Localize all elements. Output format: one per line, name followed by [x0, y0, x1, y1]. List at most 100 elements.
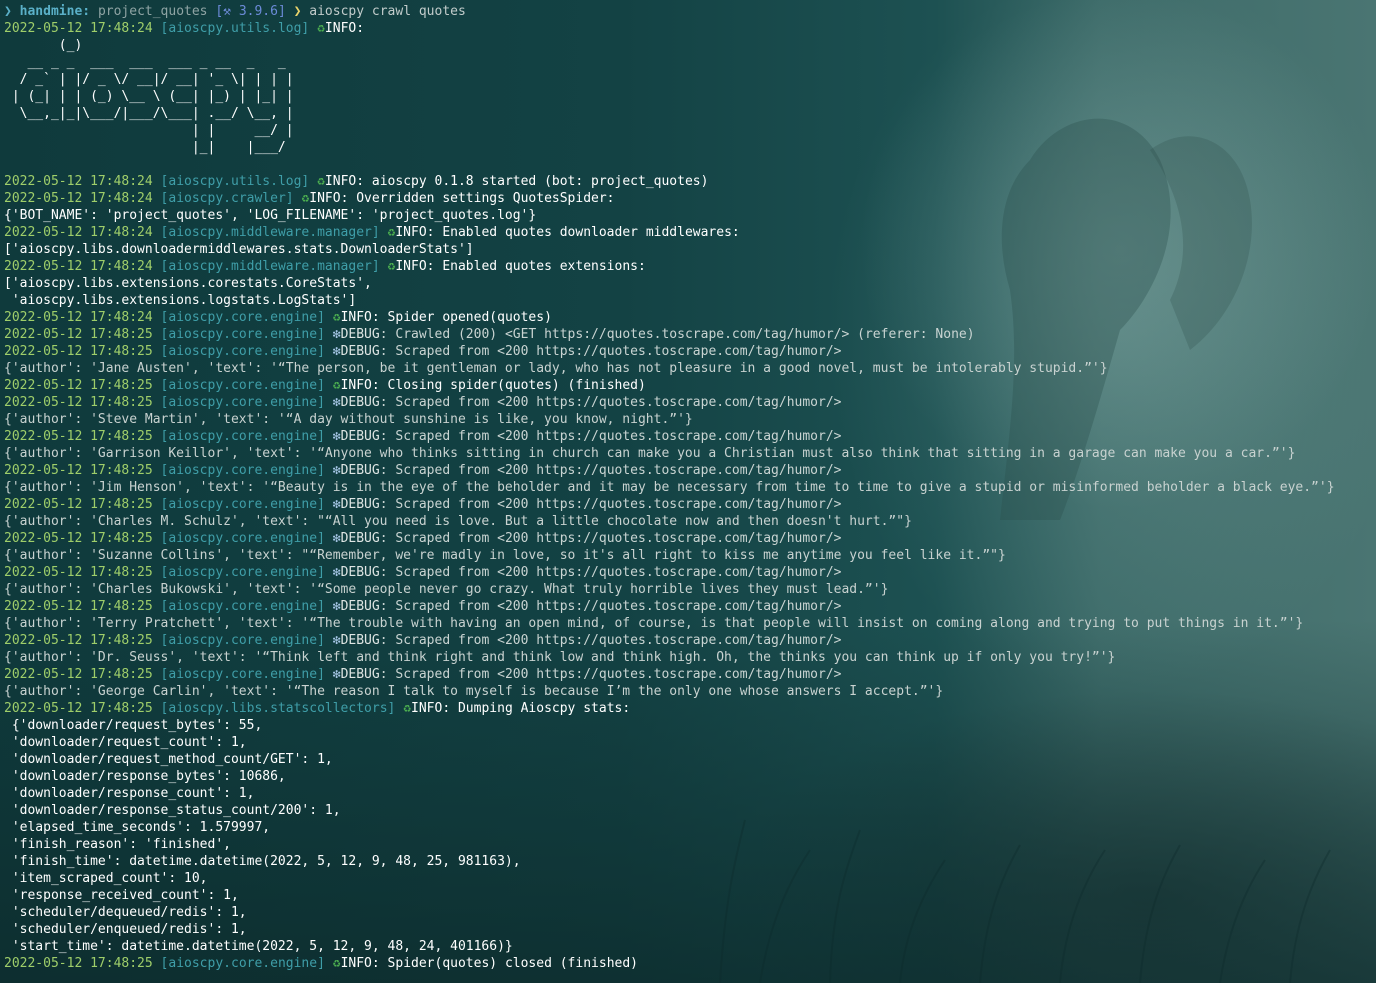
log-level: DEBUG: [340, 497, 380, 512]
log-entry: 2022-05-12 17:48:24 [aioscpy.core.engine…: [4, 309, 1374, 326]
gear-icon: ❇: [332, 327, 341, 342]
output-line: 'downloader/request_method_count/GET': 1…: [4, 752, 333, 767]
log-timestamp: 2022-05-12 17:48:25: [4, 565, 153, 580]
log-level: DEBUG: [340, 344, 380, 359]
log-entry: 2022-05-12 17:48:25 [aioscpy.core.engine…: [4, 598, 1374, 615]
log-module: [aioscpy.middleware.manager]: [160, 225, 380, 240]
scraped-item-line: {'author': 'Garrison Keillor', 'text': '…: [4, 446, 1296, 461]
log-module: [aioscpy.core.engine]: [160, 463, 325, 478]
prompt-line[interactable]: ❯ handmine: project_quotes [⚒ 3.9.6] ❯ a…: [4, 3, 1374, 20]
log-entry: 2022-05-12 17:48:25 [aioscpy.core.engine…: [4, 462, 1374, 479]
log-module: [aioscpy.core.engine]: [160, 565, 325, 580]
output-line: 'scheduler/dequeued/redis': 1,: [4, 905, 247, 920]
log-message: : aioscpy 0.1.8 started (bot: project_qu…: [356, 174, 709, 189]
log-entry: 2022-05-12 17:48:25 [aioscpy.libs.statsc…: [4, 700, 1374, 717]
terminal-prompt-icon: ❯: [4, 4, 12, 19]
gear-icon: ❇: [332, 633, 341, 648]
log-level: INFO: [340, 956, 372, 971]
terminal-output: ❯ handmine: project_quotes [⚒ 3.9.6] ❯ a…: [4, 3, 1374, 972]
ascii-banner-line: (_): [4, 38, 83, 53]
scraped-item-line: {'author': 'Jane Austen', 'text': '“The …: [4, 361, 1108, 376]
log-timestamp: 2022-05-12 17:48:25: [4, 497, 153, 512]
recycle-icon: ♻: [332, 956, 341, 971]
log-level: INFO: [395, 225, 427, 240]
ascii-banner-line: | | __/ |: [4, 123, 294, 138]
recycle-icon: ♻: [317, 174, 325, 189]
log-level: INFO:: [324, 21, 365, 36]
log-module: [aioscpy.core.engine]: [160, 599, 325, 614]
log-level: DEBUG: [340, 633, 380, 648]
log-timestamp: 2022-05-12 17:48:25: [4, 344, 153, 359]
log-timestamp: 2022-05-12 17:48:24: [4, 259, 153, 274]
log-message: : Spider(quotes) closed (finished): [371, 956, 638, 971]
log-entry: 2022-05-12 17:48:25 [aioscpy.core.engine…: [4, 955, 1374, 972]
log-module: [aioscpy.core.engine]: [160, 310, 325, 325]
output-line: 'scheduler/enqueued/redis': 1,: [4, 922, 247, 937]
recycle-icon: ♻: [332, 310, 341, 325]
prompt-directory: project_quotes: [97, 4, 208, 19]
output-line: 'downloader/response_count': 1,: [4, 786, 255, 801]
log-timestamp: 2022-05-12 17:48:25: [4, 463, 153, 478]
log-module: [aioscpy.core.engine]: [160, 327, 325, 342]
scraped-item-line: {'author': 'Steve Martin', 'text': '“A d…: [4, 412, 693, 427]
log-module: [aioscpy.core.engine]: [160, 429, 325, 444]
log-message: : Scraped from <200 https://quotes.toscr…: [379, 497, 842, 512]
log-level: DEBUG: [340, 531, 380, 546]
log-entry: 2022-05-12 17:48:25 [aioscpy.core.engine…: [4, 496, 1374, 513]
log-entry: 2022-05-12 17:48:24 [aioscpy.utils.log] …: [4, 173, 1374, 190]
ascii-banner-line: |_| |___/: [4, 140, 286, 155]
ascii-banner-line: __ _ _ ___ ___ ___ _ __ _ _: [4, 55, 286, 70]
output-line: 'response_received_count': 1,: [4, 888, 239, 903]
log-module: [aioscpy.libs.statscollectors]: [160, 701, 396, 716]
log-entry: 2022-05-12 17:48:25 [aioscpy.core.engine…: [4, 428, 1374, 445]
gear-icon: ❇: [332, 395, 341, 410]
log-entry: 2022-05-12 17:48:25 [aioscpy.core.engine…: [4, 564, 1374, 581]
scraped-item-line: {'author': 'Charles Bukowski', 'text': '…: [4, 582, 889, 597]
log-level: DEBUG: [340, 463, 380, 478]
log-module: [aioscpy.core.engine]: [160, 378, 325, 393]
recycle-icon: ♻: [403, 701, 412, 716]
log-entry: 2022-05-12 17:48:25 [aioscpy.core.engine…: [4, 394, 1374, 411]
log-entry: 2022-05-12 17:48:25 [aioscpy.core.engine…: [4, 326, 1374, 343]
log-entry: 2022-05-12 17:48:25 [aioscpy.core.engine…: [4, 377, 1374, 394]
command-text[interactable]: aioscpy crawl quotes: [309, 4, 466, 19]
log-timestamp: 2022-05-12 17:48:24: [4, 174, 153, 189]
ascii-banner-line: | (_| | | (_) \__ \ (__| |_) | |_| |: [4, 89, 294, 104]
log-timestamp: 2022-05-12 17:48:25: [4, 531, 153, 546]
gear-icon: ❇: [332, 667, 341, 682]
gear-icon: ❇: [332, 463, 341, 478]
output-line: 'downloader/request_count': 1,: [4, 735, 247, 750]
recycle-icon: ♻: [317, 21, 325, 36]
log-message: : Enabled quotes extensions:: [426, 259, 646, 274]
output-line: 'downloader/response_status_count/200': …: [4, 803, 341, 818]
output-line: 'elapsed_time_seconds': 1.579997,: [4, 820, 271, 835]
log-level: DEBUG: [340, 565, 380, 580]
log-message: : Scraped from <200 https://quotes.toscr…: [379, 667, 842, 682]
output-line: 'finish_reason': 'finished',: [4, 837, 231, 852]
log-timestamp: 2022-05-12 17:48:25: [4, 667, 153, 682]
scraped-item-line: {'author': 'Suzanne Collins', 'text': "“…: [4, 548, 1006, 563]
recycle-icon: ♻: [332, 378, 341, 393]
ascii-banner-line: \__,_|_|\___/|___/\___| .__/ \__, |: [4, 106, 294, 121]
log-message: : Spider opened(quotes): [371, 310, 552, 325]
log-module: [aioscpy.utils.log]: [160, 174, 310, 189]
log-timestamp: 2022-05-12 17:48:25: [4, 701, 153, 716]
prompt-arrow-icon: ❯: [293, 4, 302, 19]
gear-icon: ❇: [332, 497, 341, 512]
gear-icon: ❇: [332, 599, 341, 614]
log-level: INFO: [340, 378, 372, 393]
output-line: 'finish_time': datetime.datetime(2022, 5…: [4, 854, 521, 869]
log-level: INFO: [340, 310, 372, 325]
log-entry: 2022-05-12 17:48:25 [aioscpy.core.engine…: [4, 632, 1374, 649]
log-entry: 2022-05-12 17:48:25 [aioscpy.core.engine…: [4, 666, 1374, 683]
output-line: {'downloader/request_bytes': 55,: [4, 718, 263, 733]
log-message: : Scraped from <200 https://quotes.toscr…: [379, 463, 842, 478]
output-line: ['aioscpy.libs.extensions.corestats.Core…: [4, 276, 372, 291]
log-level: DEBUG: [340, 327, 380, 342]
log-entry: 2022-05-12 17:48:24 [aioscpy.utils.log] …: [4, 20, 1374, 37]
log-message: : Overridden settings QuotesSpider:: [340, 191, 615, 206]
terminal-window[interactable]: ❯ handmine: project_quotes [⚒ 3.9.6] ❯ a…: [0, 0, 1376, 983]
gear-icon: ❇: [332, 344, 341, 359]
log-message: : Dumping Aioscpy stats:: [442, 701, 631, 716]
